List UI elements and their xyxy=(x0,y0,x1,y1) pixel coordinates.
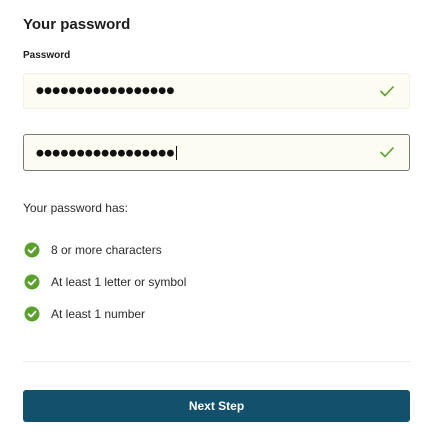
requirement-item: At least 1 number xyxy=(24,306,145,322)
next-step-button[interactable]: Next Step xyxy=(23,390,410,422)
requirement-label: At least 1 letter or symbol xyxy=(51,275,187,289)
password-input-value: ●●●●●●●●●●●●●●●●● xyxy=(36,85,175,96)
check-icon xyxy=(379,83,395,99)
password-step-panel: Your password Password ●●●●●●●●●●●●●●●●●… xyxy=(0,0,426,436)
password-label: Password xyxy=(23,50,71,61)
check-circle-icon xyxy=(24,242,40,258)
check-circle-icon xyxy=(24,306,40,322)
requirement-label: 8 or more characters xyxy=(51,243,162,257)
text-caret xyxy=(175,145,177,160)
page-title: Your password xyxy=(23,16,131,33)
requirement-label: At least 1 number xyxy=(51,307,146,321)
requirement-item: At least 1 letter or symbol xyxy=(24,274,186,290)
confirm-password-input-value: ●●●●●●●●●●●●●●●●● xyxy=(36,145,379,160)
requirements-intro: Your password has: xyxy=(23,201,128,215)
check-icon xyxy=(379,145,395,161)
check-circle-icon xyxy=(24,274,40,290)
requirement-item: 8 or more characters xyxy=(24,242,162,258)
divider xyxy=(23,361,410,362)
password-input[interactable]: ●●●●●●●●●●●●●●●●● xyxy=(23,73,410,109)
confirm-password-input[interactable]: ●●●●●●●●●●●●●●●●● xyxy=(23,134,410,171)
